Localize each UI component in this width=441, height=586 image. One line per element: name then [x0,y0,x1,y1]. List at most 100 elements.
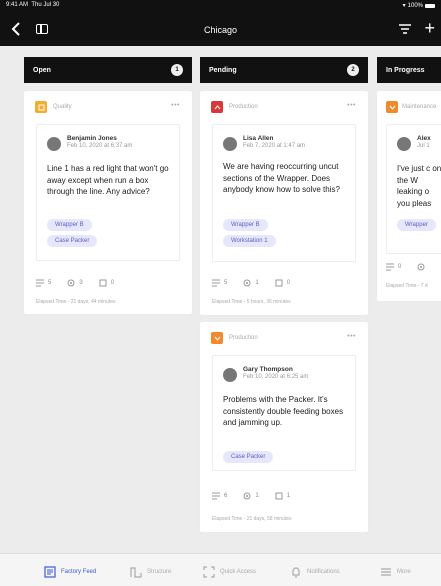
tab-label: Notifications [307,569,340,575]
add-icon[interactable]: + [424,19,435,37]
page-title: Chicago [203,25,238,35]
menu-icon [381,568,391,576]
comments-icon [386,263,394,271]
comments-icon [212,279,220,287]
attachment-icon [99,279,107,287]
column-header-open[interactable]: Open 1 [24,57,192,83]
views-stat: 1 [243,279,259,287]
card-category: Quality [53,104,72,110]
comments-icon [36,279,44,287]
elapsed-time: Elapsed Time - 7 d [386,283,428,289]
attachment-icon [275,279,283,287]
more-options-icon[interactable]: ••• [347,102,356,109]
quality-icon [35,101,47,113]
attachments-stat: 0 [275,279,290,287]
views-stat [417,263,429,271]
post-date: Feb 10, 2020 at 6:25 am [243,374,309,380]
post-text: I've just c on the W leaking o you pleas [397,164,441,208]
maintenance-icon [386,101,398,113]
views-stat: 1 [243,492,259,500]
tab-bar: Factory Feed Structure Quick Access Noti… [0,553,441,586]
battery-percent: 100% [407,2,423,9]
post-text: Problems with the Packer. It's consisten… [223,395,344,427]
ticket-card[interactable]: Production ••• Gary Thompson Feb 10, 202… [200,322,368,532]
views-icon [417,263,425,271]
tag-chip[interactable]: Wrapper [397,219,436,231]
more-options-icon[interactable]: ••• [347,333,356,340]
avatar [223,368,237,382]
quick-access-icon [203,566,215,578]
post-date: Jul 1 [417,143,430,149]
post: Alex Jul 1 I've just c on the W leaking … [386,124,441,254]
author-name: Alex [417,135,431,142]
more-options-icon[interactable]: ••• [171,102,180,109]
comments-stat: 5 [36,279,51,287]
card-category: Production [229,335,258,341]
avatar [223,137,237,151]
column-in-progress: In Progress [377,57,441,83]
card-category: Maintenance [402,104,437,110]
elapsed-time: Elapsed Time - 21 days, 44 minutes [36,299,116,305]
avatar [397,137,411,151]
battery-icon [425,3,435,8]
wifi-icon: ▾ [402,3,406,9]
tag-chip[interactable]: Workstation 1 [223,235,276,247]
elapsed-time: Elapsed Time - 5 hours, 36 minutes [212,299,291,305]
ticket-card[interactable]: Quality ••• Benjamin Jones Feb 10, 2020 … [24,91,192,314]
structure-icon [130,567,142,578]
elapsed-time: Elapsed Time - 21 days, 58 minutes [212,516,292,522]
tab-label: More [397,569,411,575]
status-time: 9:41 AM Thu Jul 30 [6,2,60,8]
views-icon [243,279,251,287]
status-indicators: ▾ 100% [403,2,435,9]
column-header-in-progress[interactable]: In Progress [377,57,441,83]
post-text: We are having reoccurring uncut sections… [223,162,340,194]
tab-factory-feed[interactable]: Factory Feed [44,566,96,578]
tab-structure[interactable]: Structure [130,566,171,578]
factory-feed-icon [44,566,56,578]
post-date: Feb 7, 2020 at 1:47 am [243,143,306,149]
tab-label: Quick Access [220,569,257,575]
post: Lisa Allen Feb 7, 2020 at 1:47 am We are… [212,124,356,262]
tab-quick-access[interactable]: Quick Access [203,566,256,578]
column-pending: Pending 2 [200,57,368,83]
tag-chip[interactable]: Wrapper B [47,219,92,231]
production-icon [211,101,223,113]
tag-chip[interactable]: Case Packer [223,451,274,463]
column-open: Open 1 [24,57,192,83]
ticket-card[interactable]: Maintenance Alex Jul 1 I've just c on th… [377,91,441,301]
attachment-icon [275,492,283,500]
tag-chip[interactable]: Wrapper B [223,219,268,231]
attachments-stat: 1 [275,492,290,500]
column-count-badge: 2 [347,64,359,76]
attachments-stat: 0 [99,279,114,287]
top-bar: 9:41 AM Thu Jul 30 ▾ 100% Chicago + [0,0,441,46]
bell-icon [292,567,300,578]
tag-chip[interactable]: Case Packer [47,235,98,247]
author-name: Benjamin Jones [67,135,117,142]
column-count-badge: 1 [171,64,183,76]
column-title: Pending [209,66,237,74]
comments-stat: 6 [212,492,227,500]
comments-stat: 5 [212,279,227,287]
card-category: Production [229,104,258,110]
tab-label: Factory Feed [61,569,97,575]
tab-more[interactable]: More [380,566,411,578]
post-date: Feb 10, 2020 at 6:37 am [67,143,133,149]
author-name: Lisa Allen [243,135,274,142]
post-text: Line 1 has a red light that won't go awa… [47,164,169,196]
column-title: Open [33,66,51,74]
ticket-card[interactable]: Production ••• Lisa Allen Feb 7, 2020 at… [200,91,368,315]
post: Gary Thompson Feb 10, 2020 at 6:25 am Pr… [212,355,356,471]
tab-label: Structure [147,569,172,575]
avatar [47,137,61,151]
comments-icon [212,492,220,500]
author-name: Gary Thompson [243,366,293,373]
filter-icon[interactable] [399,23,411,35]
tab-notifications[interactable]: Notifications [290,566,340,578]
column-header-pending[interactable]: Pending 2 [200,57,368,83]
views-icon [67,279,75,287]
production-icon [211,332,223,344]
column-title: In Progress [386,66,425,74]
views-icon [243,492,251,500]
